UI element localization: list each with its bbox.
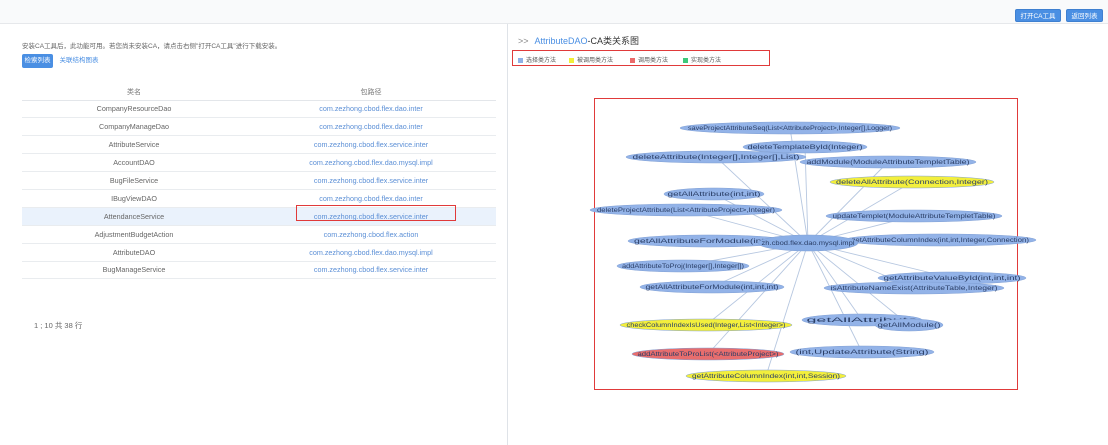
method-node[interactable]: (int,UpdateAttribute(String): [789, 345, 935, 359]
method-node[interactable]: deleteAllAttribute(Connection,Integer): [829, 175, 995, 189]
method-node[interactable]: getAllModule(): [874, 318, 944, 332]
method-node-label: isAttributeNameExist(AttributeTable,Inte…: [831, 286, 998, 292]
method-node-label: checkColumnIndexIsUsed(Integer,List<Inte…: [627, 323, 786, 329]
method-node[interactable]: getAttributeColumnIndex(int,int,Session): [685, 369, 847, 383]
method-node[interactable]: addModule(ModuleAttributeTempletTable): [799, 155, 977, 169]
graph-edge: [707, 242, 809, 355]
method-node-label: getAllAttributeForModule(int,int,int): [646, 285, 779, 291]
method-node-label: (int,UpdateAttribute(String): [796, 350, 929, 356]
method-node[interactable]: getAllAttribute(int,int): [663, 187, 765, 201]
method-node-label: getAllModule(): [878, 323, 941, 329]
method-node[interactable]: saveProjectAttributeSeq(List<AttributePr…: [679, 121, 901, 135]
method-node[interactable]: deleteTemplateById(Integer): [742, 140, 868, 154]
method-node[interactable]: deleteAttribute(Integer[],Integer[],List…: [625, 150, 807, 164]
method-node-label: getAllAttribute(int,int): [668, 192, 761, 198]
graph-edge: [807, 242, 863, 353]
method-node-label: saveProjectAttributeSeq(List<AttributePr…: [688, 126, 892, 132]
method-node-label: addAttributeToProj(Integer[],Integer[]): [622, 264, 744, 270]
method-node-label: deleteProjectAttribute(List<AttributePro…: [597, 208, 775, 214]
method-node-label: getAttributeColumnIndex(int,int,Session): [692, 374, 840, 380]
center-package-node-label: zh.cbod.flex.dao.mysql.impl: [762, 241, 855, 247]
method-node-label: deleteAttribute(Integer[],Integer[],List…: [633, 155, 800, 161]
method-node-label: getAttributeColumnIndex(int,int,Integer,…: [851, 238, 1029, 244]
graph-nodes: saveProjectAttributeSeq(List<AttributePr…: [589, 121, 1037, 383]
method-node-label: addAttributeToProList(<AttributeProject>…: [638, 352, 779, 358]
method-node[interactable]: deleteProjectAttribute(List<AttributePro…: [589, 203, 783, 217]
method-node[interactable]: checkColumnIndexIsUsed(Integer,List<Inte…: [619, 318, 793, 332]
method-node[interactable]: getAttributeColumnIndex(int,int,Integer,…: [843, 233, 1037, 247]
method-node[interactable]: addAttributeToProj(Integer[],Integer[]): [616, 259, 750, 273]
method-node[interactable]: isAttributeNameExist(AttributeTable,Inte…: [823, 281, 1005, 295]
method-node[interactable]: getAllAttributeForModule(int,int,int): [639, 280, 785, 294]
graph-edge: [807, 161, 889, 244]
method-node[interactable]: addAttributeToProList(<AttributeProject>…: [631, 347, 785, 361]
method-node-label: getAttributeValueById(int,int,int): [884, 276, 1021, 282]
center-package-node[interactable]: zh.cbod.flex.dao.mysql.impl: [757, 234, 859, 252]
method-node-label: updateTemplet(ModuleAttributeTempletTabl…: [833, 214, 996, 220]
method-node-label: deleteAllAttribute(Connection,Integer): [836, 180, 988, 186]
relation-graph[interactable]: saveProjectAttributeSeq(List<AttributePr…: [0, 0, 1108, 445]
method-node-label: addModule(ModuleAttributeTempletTable): [807, 160, 970, 166]
method-node-label: deleteTemplateById(Integer): [748, 145, 863, 151]
method-node[interactable]: updateTemplet(ModuleAttributeTempletTabl…: [825, 209, 1003, 223]
